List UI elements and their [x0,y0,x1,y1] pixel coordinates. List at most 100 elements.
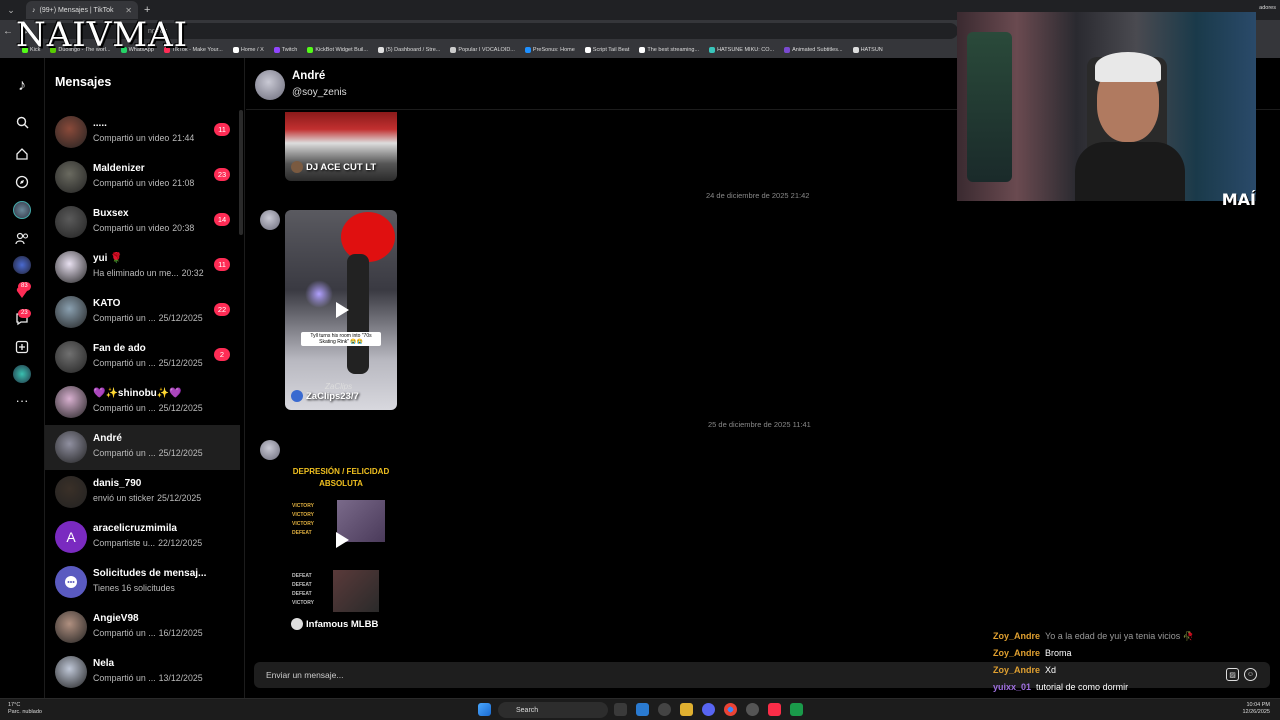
unread-badge: 23 [214,168,230,181]
play-icon[interactable] [336,532,349,548]
weather-widget[interactable]: 17°C Parc. nublado [8,702,42,716]
unread-badge: 2 [214,348,230,361]
conversation-time: 25/12/2025 [158,448,203,458]
bookmark-item[interactable]: Twitch [273,47,298,53]
conversation-item[interactable]: Nela Compartió un ... 13/12/2025 [45,650,240,695]
file-explorer-icon[interactable] [680,703,693,716]
chrome-icon[interactable] [724,703,737,716]
bookmark-item[interactable]: PreSonus: Home [524,47,575,53]
friends-icon[interactable] [12,228,32,248]
stream-chat-user: Zoy_Andre [993,648,1041,658]
search-icon[interactable] [12,112,32,132]
conversation-item[interactable]: Maldenizer Compartió un video 21:08 23 [45,155,240,200]
bookmark-item[interactable]: Animated Subtitles... [784,47,843,53]
conversation-item[interactable]: Aaracelicruzmimila Compartiste u... 22/12/… [45,515,240,560]
bookmark-item[interactable]: (5) Dashboard / Stre... [377,47,440,53]
bookmark-item[interactable]: KickBot Widget Buil... [307,47,368,53]
taskbar-search-label: Search [516,706,539,714]
conversation-name: Fan de ado [93,343,146,354]
start-icon[interactable] [478,703,491,716]
conversation-preview: Compartió un video 21:08 [93,178,194,188]
bookmark-label: HATSUNE MIKU: CO... [717,47,775,53]
conversation-preview-text: Ha eliminado un me... [93,268,179,278]
shared-video-2[interactable]: Tyll turns his room into "70s Skating Ri… [285,210,397,410]
chat-avatar[interactable] [255,70,285,100]
bookmark-item[interactable]: Script Tail Beat [584,47,629,53]
explore-icon[interactable] [12,172,32,192]
bookmark-item[interactable]: The best streaming... [639,47,699,53]
following-avatar-icon[interactable] [12,200,32,220]
conversation-item[interactable]: KATO Compartió un ... 25/12/2025 22 [45,290,240,335]
conversation-preview: Compartió un ... 13/12/2025 [93,673,203,683]
bookmark-item[interactable]: HATSUNE MIKU: CO... [709,47,774,53]
creator-avatar-icon [291,390,303,402]
stream-chat-message: yuixx_01 tutorial de como dormir [993,679,1273,696]
more-icon[interactable]: ··· [12,390,32,410]
conversation-preview: Compartió un ... 25/12/2025 [93,403,203,413]
conversation-item[interactable]: André Compartió un ... 25/12/2025 [45,425,240,470]
shared-video-1[interactable]: DJ ACE CUT LT [285,112,397,181]
bookmark-favicon-icon [852,47,859,53]
close-tab-icon[interactable]: ✕ [125,6,132,15]
conversation-list: Mensajes ..... Compartió un video 21:44 11 M… [45,58,245,698]
conversation-preview-text: Compartiste u... [93,538,156,548]
conversation-preview: Compartió un video 20:38 [93,223,194,233]
task-view-icon[interactable] [614,703,627,716]
edge-icon[interactable] [636,703,649,716]
conversation-preview-text: Compartió un ... [93,358,156,368]
profile-avatar-icon[interactable] [12,364,32,384]
shared-video-3[interactable]: DEPRESIÓN / FELICIDAD ABSOLUTA VICTORY VI… [285,458,397,638]
home-icon[interactable] [12,144,32,164]
video-2-caption: ZaClips23/7 [291,390,359,402]
system-clock[interactable]: 10:04 PM 12/26/2025 [1242,702,1270,716]
tiktok-logo-icon[interactable]: ♪ [12,76,32,96]
bookmark-label: The best streaming... [647,47,700,53]
bookmark-label: Animated Subtitles... [792,47,843,53]
chat-contact-name[interactable]: André [292,70,325,82]
conversation-avatar [55,161,87,193]
conversation-preview: Ha eliminado un me... 20:32 [93,268,204,278]
nav-rail: ♪ 83 23 ··· [0,58,45,698]
conversation-name: KATO [93,298,121,309]
back-icon[interactable]: ← [0,26,16,37]
conversation-item[interactable]: danis_790 envió un sticker 25/12/2025 [45,470,240,515]
bookmark-favicon-icon [307,47,314,53]
conversation-name: André [93,433,122,444]
video-3-result: VICTORY [292,503,314,509]
play-icon[interactable] [336,302,349,318]
bookmark-item[interactable]: HATSUN [852,47,883,53]
video-3-result: DEFEAT [292,573,312,579]
conversation-scrollbar[interactable] [239,110,243,235]
conversation-item[interactable]: yui 🌹 Ha eliminado un me... 20:32 11 [45,245,240,290]
weather-temp: 17°C [8,702,21,708]
conversation-time: 20:38 [172,223,195,233]
bookmark-item[interactable]: Popular I VOCALOID... [450,47,515,53]
upload-icon[interactable] [12,337,32,357]
message-input-placeholder: Enviar un mensaje... [266,670,344,680]
conversation-item[interactable]: Buxsex Compartió un video 20:38 14 [45,200,240,245]
conversation-item[interactable]: Solicitudes de mensaj... Tienes 16 solici… [45,560,240,605]
conversation-time: 21:08 [172,178,195,188]
conversation-item[interactable]: ..... Compartió un video 21:44 11 [45,110,240,155]
stream-chat-message: Zoy_Andre Broma [993,645,1273,662]
conversation-preview: envió un sticker 25/12/2025 [93,493,201,503]
bookmarks-overflow[interactable]: adores [1259,5,1276,11]
bookmark-favicon-icon [232,47,239,53]
bookmark-item[interactable]: Home / X [232,47,264,53]
discord-icon[interactable] [702,703,715,716]
conversation-item[interactable]: Fan de ado Compartió un ... 25/12/2025 2 [45,335,240,380]
conversation-item[interactable]: AngieV98 Compartió un ... 16/12/2025 [45,605,240,650]
unread-badge: 22 [214,303,230,316]
video-2-figure [347,254,369,374]
music-icon[interactable] [768,703,781,716]
obs-icon[interactable] [658,703,671,716]
conversation-item[interactable]: 💜✨shinobu✨💜 Compartió un ... 25/12/2025 [45,380,240,425]
live-avatar-icon[interactable] [12,255,32,275]
xbox-icon[interactable] [790,703,803,716]
conversation-name: Maldenizer [93,163,145,174]
conversation-time: 20:32 [181,268,204,278]
bookmark-label: Twitch [281,47,298,53]
settings-icon[interactable] [746,703,759,716]
chat-contact-handle[interactable]: @soy_zenis [292,87,347,98]
taskbar-search[interactable]: Search [498,702,608,718]
